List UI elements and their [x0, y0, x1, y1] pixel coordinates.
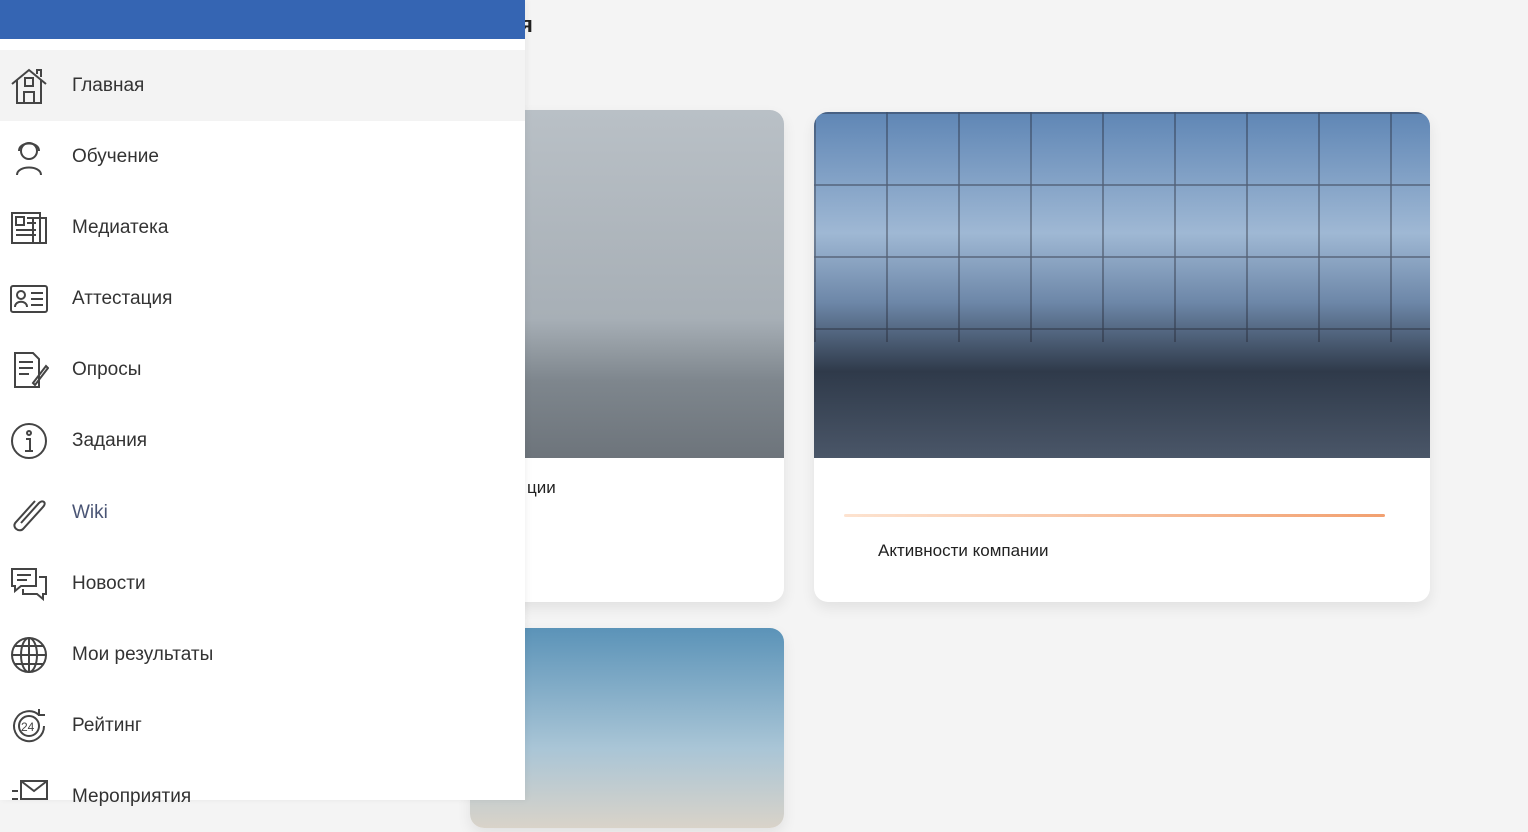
sidebar-item-label: Рейтинг — [72, 714, 142, 736]
accent-line — [844, 514, 1385, 517]
svg-text:24: 24 — [21, 720, 35, 734]
sidebar-item-surveys[interactable]: Опросы — [0, 334, 525, 405]
envelope-icon — [12, 779, 48, 800]
sidebar-item-learning[interactable]: Обучение — [0, 121, 525, 192]
survey-icon — [14, 351, 49, 388]
card-image — [814, 112, 1430, 458]
sidebar-item-my-results[interactable]: Мои результаты — [0, 619, 525, 690]
card-title: Активности компании — [878, 541, 1049, 560]
sidebar-item-home[interactable]: Главная — [0, 50, 525, 121]
sidebar-item-label: Новости — [72, 572, 146, 594]
learner-icon — [16, 141, 42, 175]
id-card-icon — [10, 284, 48, 313]
sidebar-item-wiki[interactable]: Wiki — [0, 477, 525, 548]
sidebar-item-label: Главная — [72, 74, 145, 96]
paperclip-icon — [13, 499, 46, 531]
globe-icon — [11, 636, 47, 673]
sidebar-menu: Главная Обучение Медиатека Аттестация Оп… — [0, 0, 525, 807]
chat-icon — [11, 567, 47, 601]
sidebar-item-label: Опросы — [72, 358, 142, 380]
sidebar-item-label: Обучение — [72, 145, 159, 167]
sidebar-item-rating[interactable]: 24 Рейтинг — [0, 690, 525, 761]
sidebar-item-attestation[interactable]: Аттестация — [0, 263, 525, 334]
sidebar-item-label: Мои результаты — [72, 643, 214, 665]
sidebar-item-label: Аттестация — [72, 287, 173, 309]
media-icon — [11, 211, 47, 244]
sidebar-item-label: Задания — [72, 429, 148, 451]
sidebar-item-label: Wiki — [72, 501, 108, 523]
sidebar-item-events[interactable]: Мероприятия — [0, 761, 525, 832]
24h-icon: 24 — [13, 708, 46, 742]
sidebar-header — [0, 0, 525, 39]
card-title: ции — [527, 478, 556, 497]
info-icon — [11, 422, 47, 459]
sidebar-item-media[interactable]: Медиатека — [0, 192, 525, 263]
sidebar-item-label: Мероприятия — [72, 785, 192, 807]
sidebar-item-label: Медиатека — [72, 216, 169, 238]
company-activities-card[interactable]: Активности компании — [814, 112, 1430, 602]
sidebar-item-tasks[interactable]: Задания — [0, 405, 525, 476]
home-icon — [11, 68, 47, 104]
sidebar-item-news[interactable]: Новости — [0, 548, 525, 619]
